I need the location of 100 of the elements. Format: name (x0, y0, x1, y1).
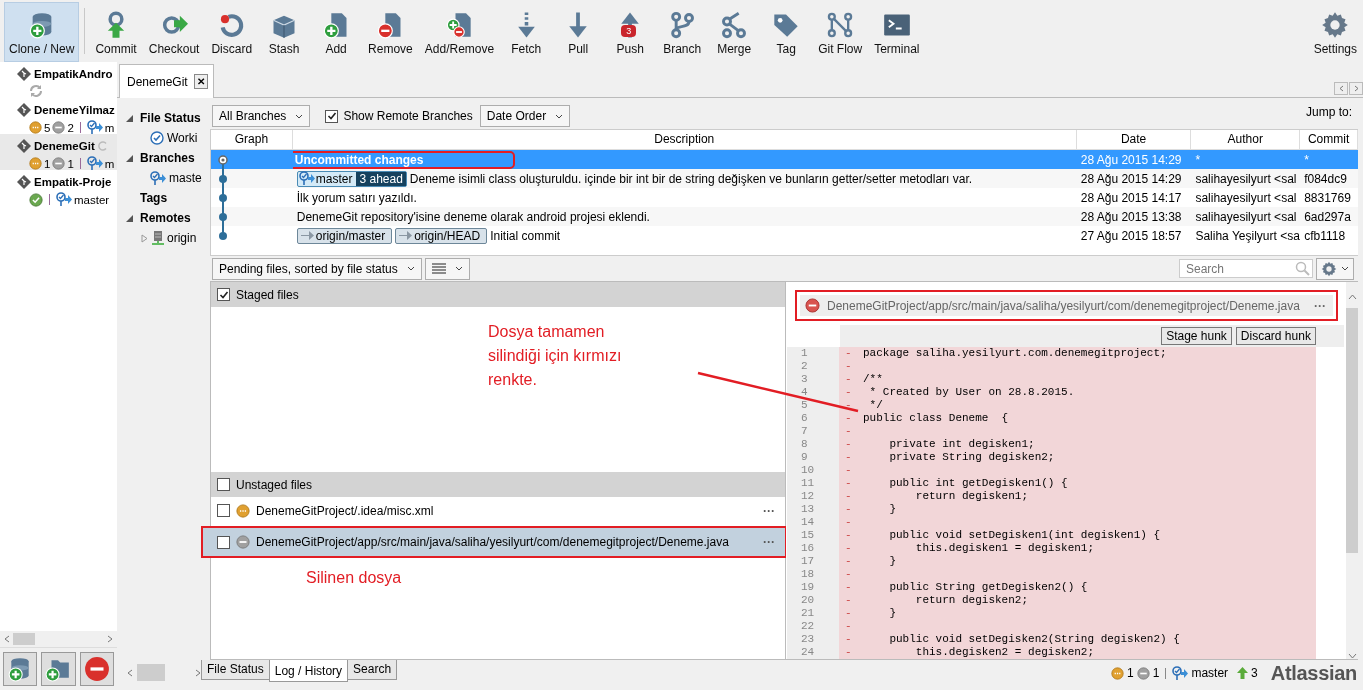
toolbar-button[interactable]: Clone / New (4, 2, 80, 62)
sidebar-item[interactable]: maste (169, 171, 202, 185)
repository-icon (17, 139, 31, 153)
clone-button[interactable] (3, 652, 38, 686)
order-dropdown[interactable]: Date Order (479, 105, 571, 127)
diff-sign: - (845, 425, 853, 438)
count: 1 (1152, 666, 1160, 680)
check-icon (150, 131, 164, 145)
hunk-button[interactable]: Discard hunk (1235, 327, 1316, 345)
view-tab[interactable]: Search (347, 660, 398, 680)
toolbar-button[interactable]: Terminal (869, 2, 925, 62)
toolbar-button[interactable]: Checkout (143, 2, 205, 62)
sidebar-section[interactable]: Branches (140, 151, 195, 165)
diff-sign: - (845, 633, 853, 646)
scroll-right-button[interactable] (1349, 82, 1363, 95)
view-tab[interactable]: File Status (201, 660, 270, 680)
column-header[interactable]: Graph (211, 130, 293, 149)
sidebar-section[interactable]: Tags (140, 191, 168, 205)
remote-icon (397, 229, 414, 242)
toolbar-button[interactable]: Git Flow (813, 2, 868, 62)
repository-icon (17, 175, 31, 189)
repository-item[interactable]: DenemeGit 1 1 m (0, 134, 117, 170)
hunk-button[interactable]: Stage hunk (1161, 327, 1232, 345)
scrollbar-thumb[interactable] (1345, 308, 1358, 553)
checkbox[interactable] (217, 478, 230, 491)
add-repository-button[interactable] (41, 652, 76, 686)
sidebar-section[interactable]: File Status (140, 111, 201, 125)
code-line: } (888, 607, 896, 619)
commit-row[interactable]: DenemeGit repository'isine deneme olarak android projesi eklendi. 28 Ağu 2015 13:38 salihayesilyurt <sal 6ad297a (211, 207, 1358, 226)
table-cell-text: 28 Ağu 2015 13:38 (1079, 208, 1183, 226)
checkbox[interactable] (217, 535, 230, 549)
scroll-left-button[interactable] (1334, 82, 1348, 95)
checkbox[interactable] (217, 504, 230, 517)
line-number: 13 (787, 503, 839, 516)
scrollbar[interactable] (1345, 282, 1358, 659)
count: 1 (44, 157, 51, 170)
sidebar-item[interactable]: origin (167, 231, 197, 245)
branch-filter-dropdown[interactable]: All Branches (212, 105, 311, 127)
toolbar-button[interactable]: Remove (363, 2, 418, 62)
toolbar-button[interactable]: Fetch (501, 2, 552, 62)
repository-item[interactable]: Empatik-Proje master (0, 170, 117, 206)
commit-row[interactable]: master 3 ahead Deneme isimli class oluşturuldu. içinde bir int bir de string değişken ve bunların getter/setter metodları var. 28 Ağu 2015 14:29 salihayesilyurt <sal f084dc9 (211, 169, 1358, 188)
more-button[interactable]: ··· (763, 535, 775, 549)
toolbar-button[interactable]: Pull (553, 2, 604, 62)
more-button[interactable]: ··· (1313, 298, 1326, 313)
repository-item[interactable]: EmpatikAndro (0, 62, 117, 98)
toolbar-button[interactable]: Merge (709, 2, 760, 62)
line-number: 1 (787, 347, 839, 360)
file-path: DenemeGitProject/app/src/main/java/saliha/yesilyurt/com/denemegitproject/Deneme.java (827, 298, 1300, 313)
checkbox[interactable] (325, 109, 339, 123)
annotation-note: Silinen dosya (306, 568, 402, 588)
table-cell-text: * (1303, 151, 1310, 169)
toolbar-button[interactable]: Discard (206, 2, 258, 62)
close-button[interactable]: ✕ (193, 74, 208, 89)
collapsed-arrow-icon[interactable] (140, 233, 149, 243)
toolbar-button[interactable]: Commit (90, 2, 142, 62)
sidebar-item[interactable]: Worki (167, 131, 198, 145)
file-row[interactable]: DenemeGitProject/.idea/misc.xml ··· (211, 497, 785, 524)
column-header[interactable]: Author (1191, 130, 1301, 149)
scrollbar-thumb[interactable] (137, 664, 165, 681)
settings-dropdown[interactable] (1316, 257, 1354, 280)
toolbar-button[interactable]: Add (311, 2, 362, 62)
repository-tab[interactable]: DenemeGit ✕ (119, 64, 214, 98)
toolbar-button[interactable]: Stash (259, 2, 310, 62)
expanded-arrow-icon[interactable] (125, 153, 134, 163)
remove-repository-button[interactable] (79, 652, 114, 686)
toolbar-button[interactable]: Add/Remove (419, 2, 500, 62)
file-filter-dropdown[interactable]: Pending files, sorted by file status (212, 257, 422, 280)
checkbox-label[interactable]: Show Remote Branches (343, 109, 473, 123)
toolbar-button[interactable]: 3 Push (605, 2, 656, 62)
diff-sign: - (845, 347, 853, 360)
toolbar-button[interactable]: Branch (657, 2, 708, 62)
scrollbar[interactable] (0, 631, 117, 647)
column-header[interactable]: Commit (1300, 130, 1358, 149)
toolbar-button[interactable]: Tag (761, 2, 812, 62)
branch-name: master (74, 193, 110, 206)
logo: Atlassian (1270, 663, 1357, 683)
caret-icon (1341, 266, 1349, 271)
arrow-up-icon (1237, 667, 1249, 679)
expanded-arrow-icon[interactable] (125, 213, 134, 223)
table-cell-text: cfb1118 (1303, 227, 1347, 245)
code-line: return degisken1; (914, 490, 1029, 502)
settings-button[interactable]: Settings (1308, 2, 1362, 62)
more-button[interactable]: ··· (763, 503, 775, 518)
search-field[interactable]: Search (1179, 259, 1313, 278)
sidebar-section[interactable]: Remotes (140, 211, 191, 225)
view-tab[interactable]: Log / History (268, 660, 349, 682)
checkbox[interactable] (217, 288, 230, 301)
view-mode-dropdown[interactable] (424, 257, 470, 280)
code-line: public String getDegisken2() { (888, 581, 1088, 593)
commit-row[interactable]: origin/master origin/HEAD Initial commit 27 Ağu 2015 18:57 Saliha Yeşilyurt <sa cfb1118 (211, 226, 1358, 245)
file-row[interactable]: DenemeGitProject/app/src/main/java/saliha/yesilyurt/com/denemegitproject/Deneme.java ··· (201, 526, 787, 558)
code-line: } (888, 503, 896, 515)
expanded-arrow-icon[interactable] (125, 113, 134, 123)
repository-item[interactable]: DenemeYilmaz 5 2 m (0, 98, 117, 134)
line-number: 19 (787, 581, 839, 594)
column-header[interactable]: Description (292, 130, 1077, 149)
caret-icon (295, 113, 304, 119)
column-header[interactable]: Date (1076, 130, 1192, 149)
scrollbar-thumb[interactable] (13, 633, 35, 645)
